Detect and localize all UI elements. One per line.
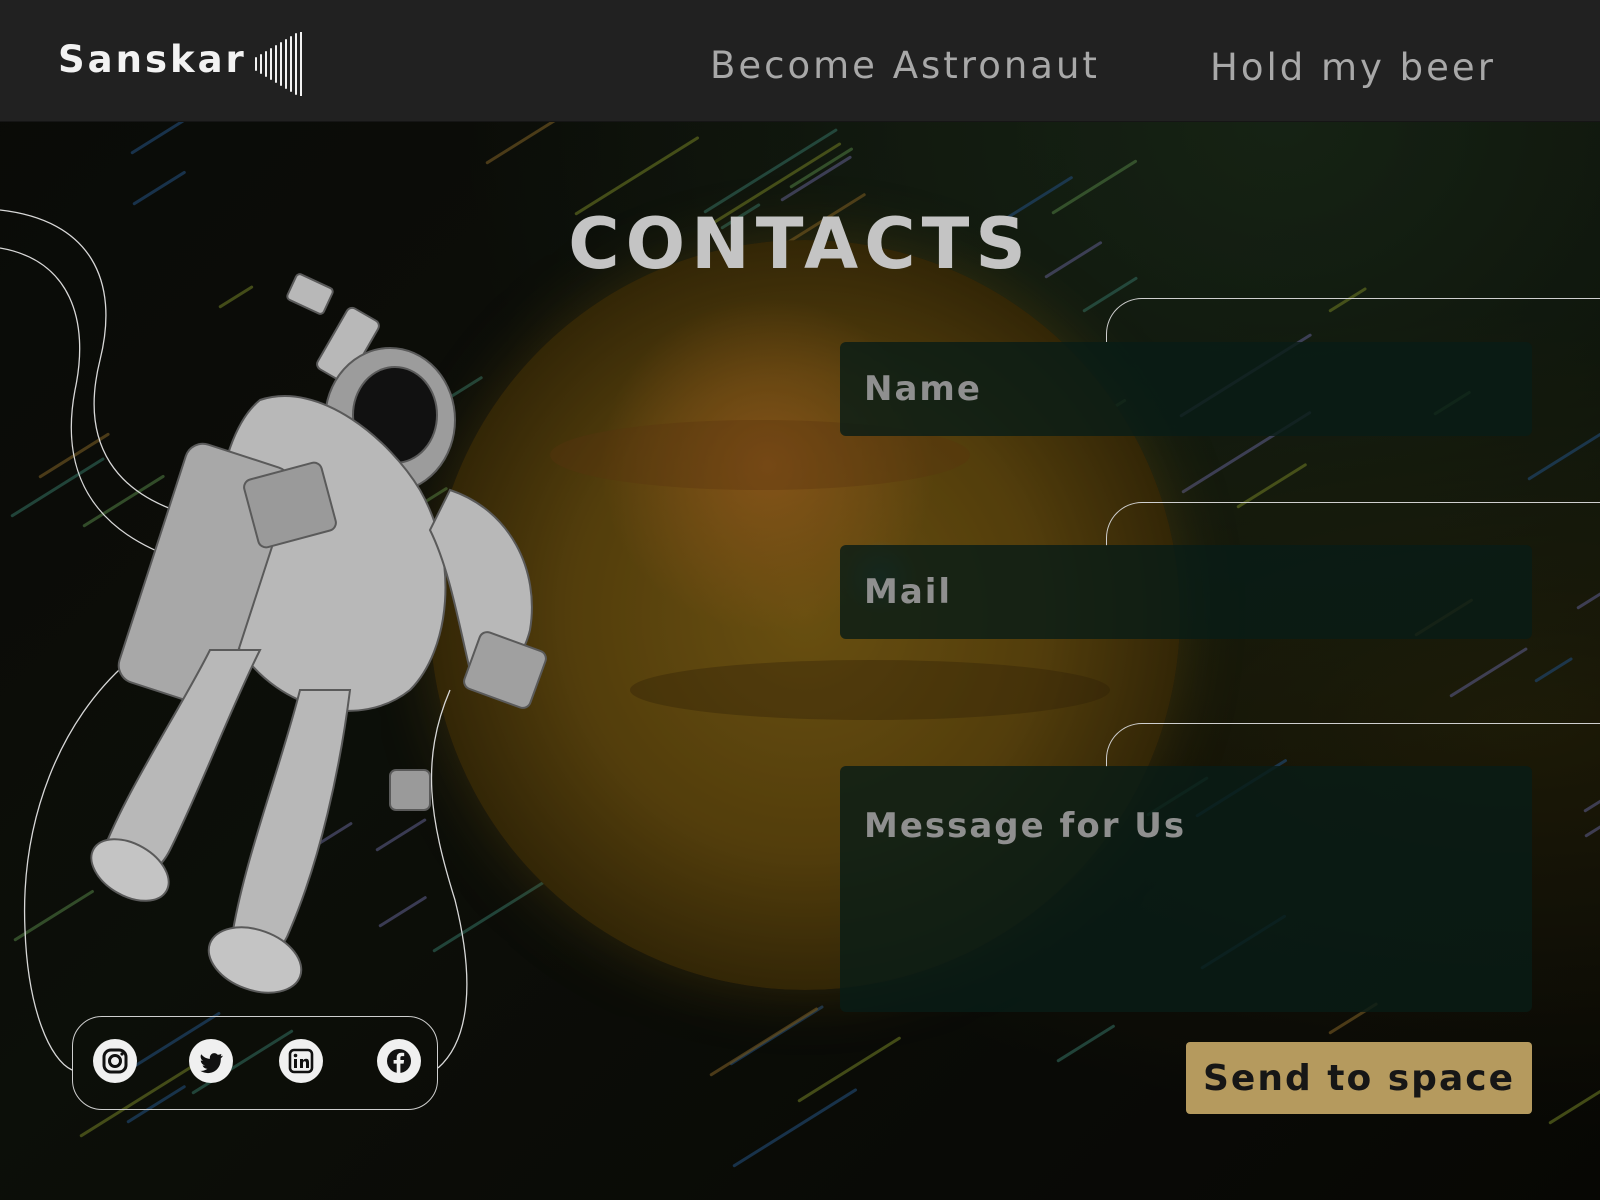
star-streak [709, 1006, 819, 1077]
facebook-icon[interactable] [377, 1039, 421, 1083]
star-streak [132, 170, 187, 206]
star-streak [1548, 1046, 1600, 1125]
nav-become-astronaut[interactable]: Become Astronaut [710, 44, 1100, 87]
star-streak [780, 155, 853, 202]
send-button[interactable]: Send to space [1186, 1042, 1532, 1114]
star-streak [1056, 1024, 1116, 1063]
sound-wave-icon [255, 32, 302, 96]
message-field[interactable] [840, 766, 1532, 1012]
contact-page: Sanskar Become Astronaut Hold my beer CO… [0, 0, 1600, 1200]
astronaut-image [90, 273, 547, 994]
star-streak [1576, 571, 1600, 610]
twitter-icon[interactable] [189, 1039, 233, 1083]
star-streak [732, 1087, 858, 1168]
linkedin-icon[interactable] [279, 1039, 323, 1083]
page-title: CONTACTS [568, 202, 1032, 285]
field-tab-outline [1106, 723, 1600, 767]
star-streak [1534, 656, 1574, 683]
star-streak [1449, 647, 1528, 698]
top-navbar: Sanskar Become Astronaut Hold my beer [0, 0, 1600, 122]
instagram-icon[interactable] [93, 1039, 137, 1083]
nav-hold-my-beer[interactable]: Hold my beer [1210, 46, 1496, 89]
star-streak [1527, 428, 1600, 481]
brand-name[interactable]: Sanskar [58, 38, 247, 81]
planet-band [630, 660, 1110, 720]
field-tab-outline [1106, 298, 1600, 342]
name-field[interactable] [840, 342, 1532, 436]
email-field[interactable] [840, 545, 1532, 639]
field-tab-outline [1106, 502, 1600, 546]
star-streak [13, 889, 95, 942]
social-links [72, 1016, 438, 1110]
